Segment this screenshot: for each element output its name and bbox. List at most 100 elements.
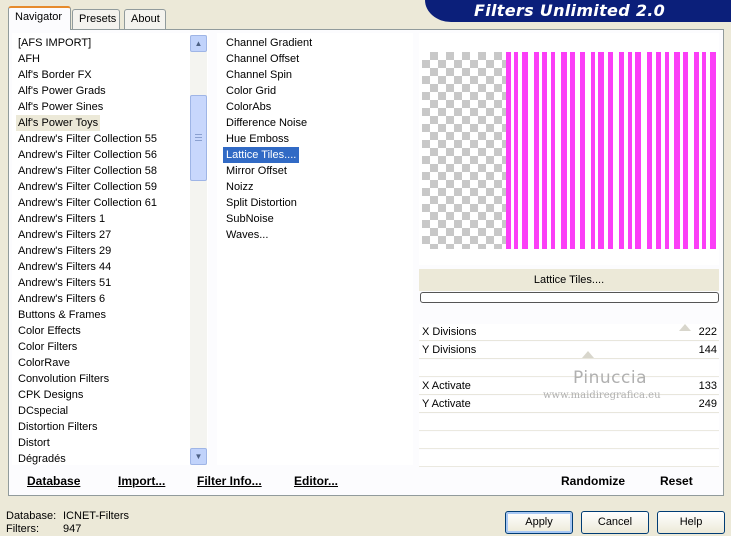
category-list[interactable]: [AFS IMPORT] AFH Alf's Border FX Alf's Powe…	[12, 33, 208, 465]
param-empty-row	[419, 360, 719, 377]
category-item[interactable]: Andrew's Filter Collection 61	[16, 195, 159, 211]
preview-stripe	[522, 52, 528, 249]
scroll-up-button[interactable]: ▲	[190, 35, 207, 52]
param-empty-row	[419, 414, 719, 431]
filter-item[interactable]: Split Distortion	[223, 195, 300, 211]
scroll-down-button[interactable]: ▼	[190, 448, 207, 465]
slider-indicator	[582, 351, 594, 358]
watermark-url: www.maidiregrafica.eu	[543, 390, 661, 401]
param-empty-row	[419, 432, 719, 449]
editor-button[interactable]: Editor...	[294, 474, 338, 488]
category-item[interactable]: AFH	[16, 51, 42, 67]
selected-filter-name: Lattice Tiles....	[419, 269, 719, 291]
category-item[interactable]: Alf's Power Toys	[16, 115, 101, 131]
filter-item[interactable]: Lattice Tiles....	[223, 147, 300, 163]
database-button[interactable]: Database	[27, 474, 80, 488]
preview-stripe	[674, 52, 680, 249]
filter-item[interactable]: Channel Offset	[223, 51, 302, 67]
param-label: X Activate	[422, 380, 471, 392]
filter-item[interactable]: Channel Spin	[223, 67, 295, 83]
filter-item[interactable]: Waves...	[223, 227, 271, 243]
preview-result	[506, 52, 718, 249]
filter-item[interactable]: Channel Gradient	[223, 35, 315, 51]
preview-stripe	[506, 52, 511, 249]
preview-stripe	[665, 52, 669, 249]
category-item[interactable]: Color Filters	[16, 339, 79, 355]
preview-stripe	[514, 52, 518, 249]
filter-info-button[interactable]: Filter Info...	[197, 474, 262, 488]
preview-stripe	[647, 52, 652, 249]
tab-about[interactable]: About	[124, 9, 166, 29]
param-empty-row	[419, 450, 719, 467]
category-item[interactable]: DCspecial	[16, 403, 70, 419]
category-item[interactable]: Andrew's Filter Collection 59	[16, 179, 159, 195]
preview-stripe	[710, 52, 716, 249]
preview-stripe	[619, 52, 624, 249]
filter-item[interactable]: Mirror Offset	[223, 163, 290, 179]
category-item[interactable]: Alf's Power Grads	[16, 83, 108, 99]
preview-stripe	[580, 52, 585, 249]
category-item[interactable]: Andrew's Filters 27	[16, 227, 113, 243]
param-value: 133	[698, 380, 717, 392]
filter-list[interactable]: Channel Gradient Channel Offset Channel Sp…	[217, 33, 413, 465]
category-scrollbar[interactable]: ▲ ▼	[190, 35, 207, 465]
preview-stripe	[694, 52, 699, 249]
filter-item[interactable]: ColorAbs	[223, 99, 274, 115]
apply-button[interactable]: Apply	[505, 511, 573, 534]
category-item[interactable]: Convolution Filters	[16, 371, 111, 387]
filter-item[interactable]: SubNoise	[223, 211, 277, 227]
preview-stripe	[551, 52, 555, 249]
category-item[interactable]: Andrew's Filters 44	[16, 259, 113, 275]
preview-stripe	[561, 52, 567, 249]
cancel-button[interactable]: Cancel	[581, 511, 649, 534]
preview-stripe	[635, 52, 641, 249]
category-item[interactable]: [AFS IMPORT]	[16, 35, 93, 51]
preview-stripe	[656, 52, 661, 249]
status-database-value: ICNET-Filters	[63, 510, 129, 522]
category-item[interactable]: Distortion Filters	[16, 419, 99, 435]
param-y-divisions[interactable]: Y Divisions 144	[419, 342, 719, 359]
status-filters-label: Filters:	[6, 523, 39, 535]
category-item[interactable]: Buttons & Frames	[16, 307, 108, 323]
category-item[interactable]: Alf's Border FX	[16, 67, 94, 83]
help-button[interactable]: Help	[657, 511, 725, 534]
filter-item[interactable]: Color Grid	[223, 83, 279, 99]
filter-item[interactable]: Difference Noise	[223, 115, 310, 131]
param-x-divisions[interactable]: X Divisions 222	[419, 324, 719, 341]
randomize-button[interactable]: Randomize	[561, 474, 625, 488]
filter-item[interactable]: Noizz	[223, 179, 257, 195]
preview-stripe	[628, 52, 632, 249]
preview-stripe	[598, 52, 604, 249]
param-label: Y Activate	[422, 398, 471, 410]
category-item[interactable]: Andrew's Filter Collection 56	[16, 147, 159, 163]
preview-stripe	[591, 52, 595, 249]
category-item[interactable]: ColorRave	[16, 355, 72, 371]
preview-stripe	[702, 52, 706, 249]
category-item[interactable]: Andrew's Filters 51	[16, 275, 113, 291]
category-item[interactable]: Color Effects	[16, 323, 83, 339]
param-label: Y Divisions	[422, 344, 477, 356]
param-label: X Divisions	[422, 326, 477, 338]
param-value: 144	[698, 344, 717, 356]
preview-stripe	[683, 52, 688, 249]
category-item[interactable]: Dégradés	[16, 451, 68, 465]
filter-item[interactable]: Hue Emboss	[223, 131, 292, 147]
scroll-thumb[interactable]	[190, 95, 207, 181]
watermark-title: Pinuccia	[573, 368, 647, 388]
reset-button[interactable]: Reset	[660, 474, 693, 488]
category-item[interactable]: Andrew's Filters 1	[16, 211, 107, 227]
category-item[interactable]: Alf's Power Sines	[16, 99, 105, 115]
category-item[interactable]: Andrew's Filter Collection 58	[16, 163, 159, 179]
category-item[interactable]: CPK Designs	[16, 387, 85, 403]
preview-original	[422, 52, 506, 249]
preview-stripe	[608, 52, 613, 249]
tab-presets[interactable]: Presets	[72, 9, 120, 29]
preview-stripe	[570, 52, 575, 249]
category-item[interactable]: Andrew's Filters 29	[16, 243, 113, 259]
param-value: 222	[698, 326, 717, 338]
category-item[interactable]: Distort	[16, 435, 52, 451]
tab-navigator[interactable]: Navigator	[8, 6, 71, 30]
category-item[interactable]: Andrew's Filter Collection 55	[16, 131, 159, 147]
category-item[interactable]: Andrew's Filters 6	[16, 291, 107, 307]
import-button[interactable]: Import...	[118, 474, 165, 488]
